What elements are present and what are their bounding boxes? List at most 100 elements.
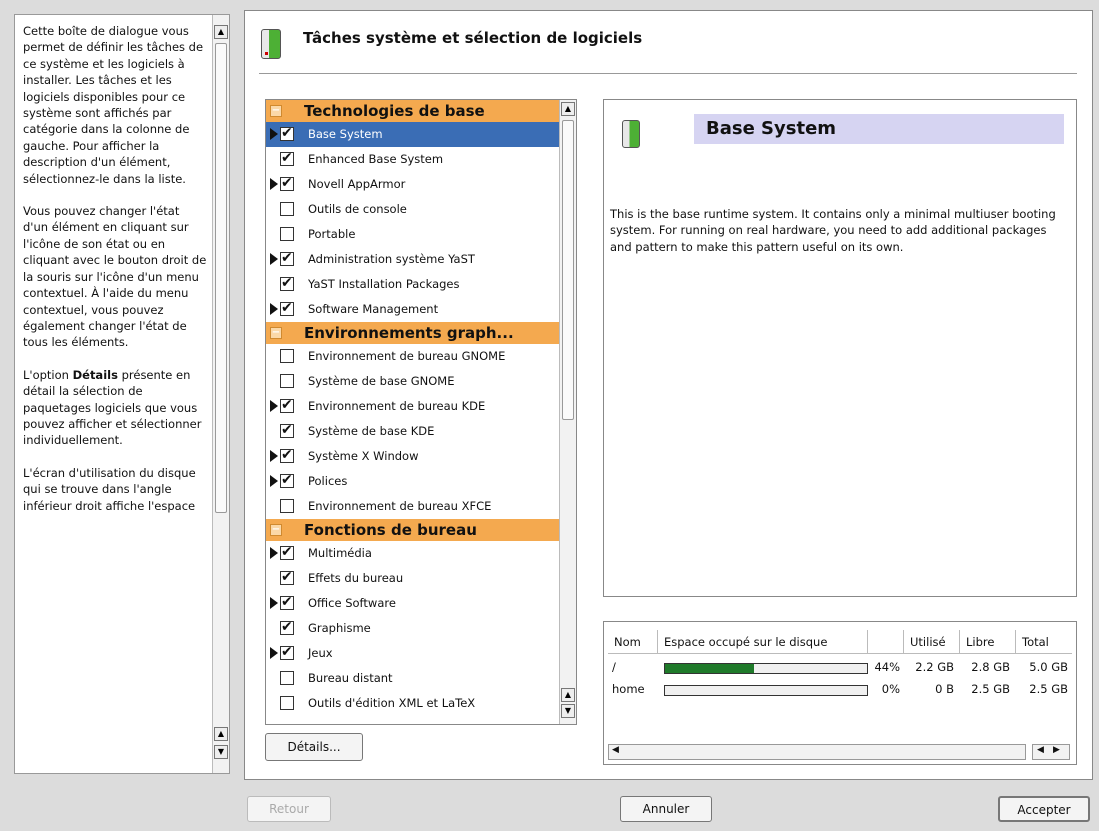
- pattern-checkbox[interactable]: [280, 202, 294, 216]
- pattern-item[interactable]: Effets du bureau: [266, 565, 560, 591]
- pattern-item[interactable]: Software Management: [266, 296, 560, 322]
- pattern-checkbox[interactable]: [280, 171, 294, 196]
- disk-hscroll-buttons[interactable]: ◀ ▶: [1032, 744, 1070, 760]
- column-header-name[interactable]: Nom: [608, 630, 658, 654]
- back-button[interactable]: Retour: [247, 796, 331, 822]
- pattern-checkbox[interactable]: [280, 468, 294, 493]
- pattern-item[interactable]: Bureau distant: [266, 666, 560, 691]
- main-panel: Tâches système et sélection de logiciels…: [244, 10, 1093, 780]
- details-button[interactable]: Détails...: [265, 733, 363, 761]
- pattern-item[interactable]: Base System: [266, 121, 560, 147]
- auto-selected-arrow-icon: [270, 178, 278, 190]
- column-header-free[interactable]: Libre: [960, 630, 1016, 654]
- pattern-item[interactable]: YaST Installation Packages: [266, 271, 560, 297]
- cancel-button[interactable]: Annuler: [620, 796, 712, 822]
- scroll-up-icon[interactable]: ▲: [214, 25, 228, 39]
- pattern-item[interactable]: Outils de console: [266, 197, 560, 222]
- category-header[interactable]: − Technologies de base: [266, 100, 560, 122]
- scroll-left-icon[interactable]: ◀: [612, 745, 619, 755]
- pattern-item[interactable]: Enhanced Base System: [266, 146, 560, 172]
- pattern-label: Software Management: [308, 302, 439, 316]
- pattern-checkbox[interactable]: [280, 146, 294, 171]
- column-header-used[interactable]: Utilisé: [904, 630, 960, 654]
- description-text: This is the base runtime system. It cont…: [610, 207, 1056, 254]
- pattern-item[interactable]: Graphisme: [266, 615, 560, 641]
- pattern-label: Système X Window: [308, 449, 419, 463]
- category-header[interactable]: − Environnements graph...: [266, 322, 560, 344]
- pattern-checkbox[interactable]: [280, 565, 294, 590]
- pattern-label: Graphisme: [308, 621, 371, 635]
- column-header-total[interactable]: Total: [1016, 630, 1072, 654]
- pattern-item[interactable]: Jeux: [266, 640, 560, 666]
- pattern-label: Office Software: [308, 596, 396, 610]
- category-label: Environnements graph...: [304, 324, 514, 342]
- auto-selected-arrow-icon: [270, 450, 278, 462]
- category-label: Technologies de base: [304, 102, 485, 120]
- pattern-checkbox[interactable]: [280, 271, 294, 296]
- pattern-checkbox[interactable]: [280, 671, 294, 685]
- pattern-checkbox[interactable]: [280, 227, 294, 241]
- collapse-icon[interactable]: −: [270, 105, 282, 117]
- scroll-up-icon[interactable]: ▲: [561, 102, 575, 116]
- help-scrollbar[interactable]: ▲ ▲ ▼: [212, 15, 229, 773]
- pattern-item[interactable]: Office Software: [266, 590, 560, 616]
- pattern-label: Effets du bureau: [308, 571, 404, 585]
- title-divider: [259, 73, 1077, 74]
- help-paragraph: Cette boîte de dialogue vous permet de d…: [23, 24, 204, 186]
- pattern-label: Environnement de bureau XFCE: [308, 499, 492, 513]
- pattern-label: Base System: [308, 127, 383, 141]
- scroll-right-icon[interactable]: ▶: [1053, 745, 1060, 755]
- pattern-checkbox[interactable]: [280, 499, 294, 513]
- pattern-checkbox[interactable]: [280, 246, 294, 271]
- pattern-checkbox[interactable]: [280, 590, 294, 615]
- pattern-label: Administration système YaST: [308, 252, 475, 266]
- pattern-item[interactable]: Système de base GNOME: [266, 369, 560, 394]
- pattern-checkbox[interactable]: [280, 418, 294, 443]
- pattern-item[interactable]: Environnement de bureau KDE: [266, 393, 560, 419]
- scroll-down-icon[interactable]: ▼: [561, 704, 575, 718]
- column-header-usage[interactable]: Espace occupé sur le disque: [658, 630, 868, 654]
- pattern-checkbox[interactable]: [280, 443, 294, 468]
- pattern-checkbox[interactable]: [280, 393, 294, 418]
- disk-free: 2.8 GB: [971, 660, 1010, 674]
- scrollbar-thumb[interactable]: [562, 120, 574, 420]
- pattern-item[interactable]: Multimédia: [266, 540, 560, 566]
- pattern-checkbox[interactable]: [280, 349, 294, 363]
- pattern-checkbox[interactable]: [280, 696, 294, 710]
- pattern-label: Environnement de bureau KDE: [308, 399, 486, 413]
- collapse-icon[interactable]: −: [270, 524, 282, 536]
- pattern-item[interactable]: Polices: [266, 468, 560, 494]
- pattern-list[interactable]: − Technologies de base Base System Enhanced…: [265, 99, 577, 725]
- help-paragraph: L'option Détails présente en détail la s…: [23, 367, 207, 449]
- pattern-item[interactable]: Environnement de bureau XFCE: [266, 494, 560, 519]
- pattern-checkbox[interactable]: [280, 615, 294, 640]
- pattern-item[interactable]: Environnement de bureau GNOME: [266, 344, 560, 369]
- disk-used: 2.2 GB: [915, 660, 954, 674]
- pattern-item[interactable]: Système X Window: [266, 443, 560, 469]
- scroll-left-icon[interactable]: ◀: [1037, 745, 1044, 755]
- pattern-checkbox[interactable]: [280, 540, 294, 565]
- pattern-item[interactable]: Système de base KDE: [266, 418, 560, 444]
- pattern-checkbox[interactable]: [280, 296, 294, 321]
- category-header[interactable]: − Fonctions de bureau: [266, 519, 560, 541]
- disk-hscrollbar[interactable]: ◀: [608, 744, 1026, 760]
- pattern-item[interactable]: Outils d'édition XML et LaTeX: [266, 691, 560, 716]
- pattern-checkbox[interactable]: [280, 121, 294, 146]
- usage-bar: [664, 685, 868, 696]
- pattern-item[interactable]: Portable: [266, 222, 560, 247]
- scroll-down-icon[interactable]: ▼: [214, 745, 228, 759]
- pattern-checkbox[interactable]: [280, 640, 294, 665]
- collapse-icon[interactable]: −: [270, 327, 282, 339]
- usage-bar: [664, 663, 868, 674]
- auto-selected-arrow-icon: [270, 303, 278, 315]
- software-package-icon: [261, 29, 281, 59]
- pattern-item[interactable]: Novell AppArmor: [266, 171, 560, 197]
- scroll-up-icon[interactable]: ▲: [561, 688, 575, 702]
- auto-selected-arrow-icon: [270, 475, 278, 487]
- scrollbar-thumb[interactable]: [215, 43, 227, 513]
- pattern-checkbox[interactable]: [280, 374, 294, 388]
- pattern-scrollbar[interactable]: ▲ ▲ ▼: [559, 100, 576, 724]
- accept-button[interactable]: Accepter: [998, 796, 1090, 822]
- scroll-up-icon[interactable]: ▲: [214, 727, 228, 741]
- pattern-item[interactable]: Administration système YaST: [266, 246, 560, 272]
